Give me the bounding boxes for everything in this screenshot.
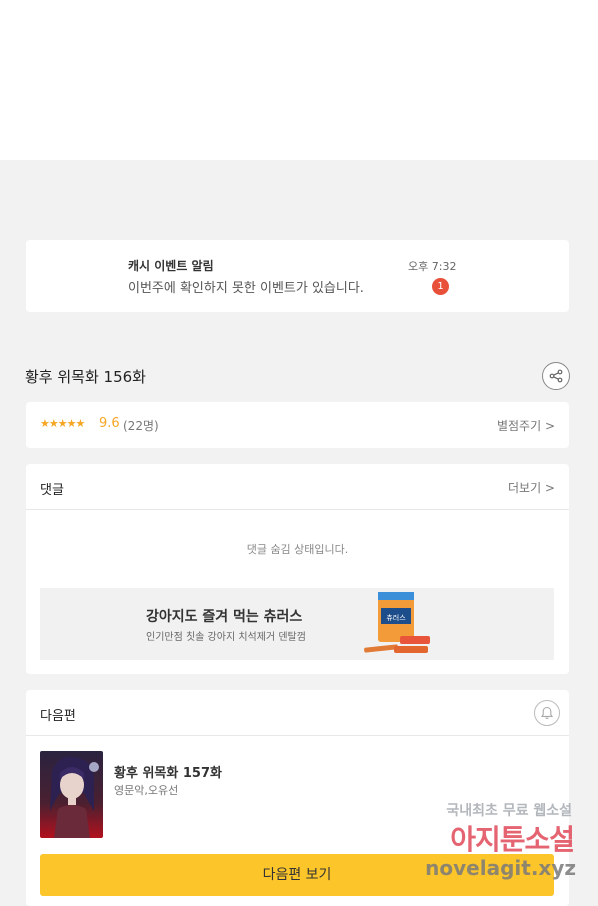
star-rating-icons: ★★★★★ [40, 417, 85, 430]
rate-button[interactable]: 별점주기 > [497, 417, 555, 434]
site-watermark: 국내최초 무료 웹소설 아지툰소설 novelagit.xyz [406, 800, 576, 890]
episode-title: 황후 위목화 156화 [25, 368, 146, 386]
notification-message: 이번주에 확인하지 못한 이벤트가 있습니다. [128, 281, 364, 296]
comments-card: 댓글 더보기 > 댓글 숨김 상태입니다. 강아지도 즐겨 먹는 츄러스 인기만… [26, 464, 569, 674]
next-episode-header: 다음편 [26, 690, 569, 736]
notification-time: 오후 7:32 [408, 260, 457, 273]
notification-title: 캐시 이벤트 알림 [128, 259, 214, 273]
ad-subtitle: 인기만점 칫솔 강아지 치석제거 덴탈껌 [146, 632, 306, 643]
comments-hidden-message: 댓글 숨김 상태입니다. [246, 543, 349, 556]
ad-package-text: 츄러스 [386, 613, 406, 622]
ad-title: 강아지도 즐겨 먹는 츄러스 [146, 609, 303, 625]
next-episode-title[interactable]: 황후 위목화 157화 [114, 762, 222, 781]
next-episode-authors: 영문악,오유선 [114, 784, 179, 797]
share-button[interactable] [542, 362, 570, 390]
watermark-logo: 아지툰소설 [450, 823, 575, 856]
share-icon [549, 369, 563, 383]
ad-banner[interactable]: 강아지도 즐겨 먹는 츄러스 인기만점 칫솔 강아지 치석제거 덴탈껌 츄러스 [40, 588, 554, 660]
watermark-domain: novelagit.xyz [425, 856, 576, 880]
comments-more-link[interactable]: 더보기 > [508, 479, 555, 496]
bell-icon [540, 706, 554, 719]
notification-card[interactable]: 캐시 이벤트 알림 이번주에 확인하지 못한 이벤트가 있습니다. 오후 7:3… [26, 240, 569, 312]
comments-header: 댓글 더보기 > [26, 464, 569, 510]
top-blank-area [0, 0, 598, 160]
rating-card: ★★★★★ 9.6 (22명) 별점주기 > [26, 402, 569, 448]
watermark-tagline: 국내최초 무료 웹소설 [446, 803, 572, 819]
next-episode-section-title: 다음편 [40, 709, 76, 724]
notification-count-badge: 1 [432, 278, 449, 295]
comments-title: 댓글 [40, 483, 64, 498]
notify-toggle-button[interactable] [534, 700, 560, 726]
rating-count: (22명) [123, 419, 159, 433]
rating-score: 9.6 [99, 416, 120, 431]
ad-product-image: 츄러스 [364, 592, 430, 653]
next-episode-thumbnail[interactable] [40, 751, 103, 838]
